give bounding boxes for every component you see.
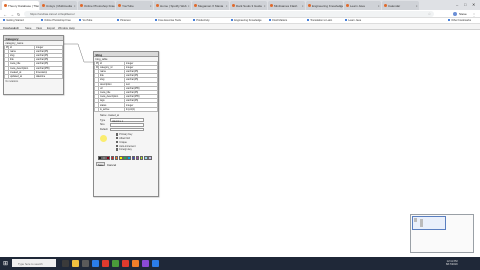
color-swatch[interactable] bbox=[135, 156, 140, 160]
table-fields: PKidintegerFKcategory_idintegernamevarch… bbox=[94, 60, 158, 112]
field-name-label: Name bbox=[100, 113, 107, 117]
chrome-icon[interactable] bbox=[102, 260, 109, 267]
color-swatch[interactable] bbox=[139, 156, 144, 160]
color-swatch[interactable] bbox=[98, 156, 102, 160]
field-properties: Name: created_at Type datetime ▾ Size De… bbox=[94, 112, 158, 152]
field-default-label: Default bbox=[100, 127, 108, 131]
color-swatch[interactable] bbox=[114, 156, 119, 160]
firefox-icon[interactable] bbox=[132, 260, 139, 267]
excel-icon[interactable] bbox=[112, 260, 119, 267]
relation-lines bbox=[64, 43, 94, 63]
cursor-highlight bbox=[100, 135, 107, 142]
checkbox-label: Primary Key bbox=[119, 133, 133, 137]
youtube-icon[interactable] bbox=[122, 260, 129, 267]
field-type-label: Type bbox=[100, 118, 106, 122]
field-type[interactable]: tinyint(1) bbox=[124, 106, 158, 112]
key-marker: FK bbox=[94, 64, 99, 70]
field-default-input[interactable] bbox=[110, 127, 144, 132]
checkbox-label: Auto-increment bbox=[119, 144, 136, 148]
relation-line bbox=[64, 43, 94, 63]
color-swatch[interactable] bbox=[131, 156, 136, 160]
color-swatch[interactable] bbox=[102, 156, 106, 160]
table-category[interactable]: Category category_name PKidintegernameva… bbox=[3, 35, 64, 95]
system-clock[interactable]: 12:11 PM 8/17/2019 bbox=[446, 260, 458, 267]
checkbox[interactable] bbox=[116, 137, 119, 140]
color-swatch[interactable] bbox=[110, 156, 115, 160]
table-row[interactable]: updated_at datetime bbox=[4, 73, 63, 80]
color-swatch[interactable] bbox=[144, 156, 148, 160]
minimap-viewport[interactable] bbox=[412, 216, 446, 230]
table-fields: PKidintegernamevarchar(45)slugvarchar(45… bbox=[4, 44, 63, 80]
cancel-button[interactable]: Cancel bbox=[107, 163, 116, 167]
key-marker: PK bbox=[94, 60, 99, 66]
file-explorer-icon[interactable] bbox=[72, 260, 79, 267]
checkbox-label: Foreign key bbox=[119, 148, 132, 152]
field-name-value: created_at bbox=[107, 113, 120, 117]
checkbox-label: Unique bbox=[119, 140, 127, 144]
table-footer: No relations bbox=[5, 79, 19, 83]
color-swatch[interactable] bbox=[118, 156, 123, 160]
mail-icon[interactable] bbox=[152, 260, 159, 267]
field-name[interactable]: is_active bbox=[98, 106, 125, 112]
props-buttons: Save Cancel bbox=[94, 161, 158, 167]
checkbox[interactable] bbox=[116, 133, 119, 136]
color-swatch[interactable] bbox=[106, 156, 110, 160]
save-button[interactable]: Save bbox=[96, 162, 105, 167]
field-flags: Primary Key Allow Null Unique Auto-incremen… bbox=[100, 132, 158, 152]
field-size-input[interactable] bbox=[110, 122, 144, 127]
key-marker: PK bbox=[4, 44, 9, 50]
minimap-table bbox=[420, 219, 423, 227]
checkbox[interactable] bbox=[116, 140, 119, 144]
windows-start-icon[interactable]: ⊞ bbox=[3, 260, 8, 267]
clock-date: 8/17/2019 bbox=[446, 262, 458, 266]
color-swatch[interactable] bbox=[127, 156, 131, 160]
table-row[interactable]: is_active tinyint(1) bbox=[94, 106, 158, 112]
color-swatch[interactable] bbox=[148, 156, 152, 160]
field-type[interactable]: datetime bbox=[34, 73, 63, 80]
field-type-select[interactable]: datetime ▾ bbox=[110, 118, 144, 123]
table-blog[interactable]: Blog blog_table PKidintegerFKcategory_id… bbox=[93, 51, 159, 197]
edge-icon[interactable] bbox=[92, 260, 99, 267]
taskbar-search-placeholder: Type here to search bbox=[18, 261, 43, 266]
color-swatch[interactable] bbox=[123, 156, 127, 160]
field-name[interactable]: updated_at bbox=[8, 73, 35, 80]
minimap[interactable] bbox=[410, 214, 474, 253]
color-palette bbox=[94, 152, 158, 161]
field-size-label: Size bbox=[100, 123, 105, 127]
visual-studio-icon[interactable] bbox=[142, 260, 149, 267]
store-icon[interactable] bbox=[82, 260, 89, 267]
task-view-icon[interactable] bbox=[62, 260, 69, 267]
taskbar-search[interactable]: Type here to search bbox=[12, 259, 56, 267]
checkbox[interactable] bbox=[116, 148, 119, 151]
minimap-table bbox=[414, 218, 417, 222]
checkbox[interactable] bbox=[116, 144, 119, 147]
checkbox-label: Allow Null bbox=[119, 136, 130, 140]
